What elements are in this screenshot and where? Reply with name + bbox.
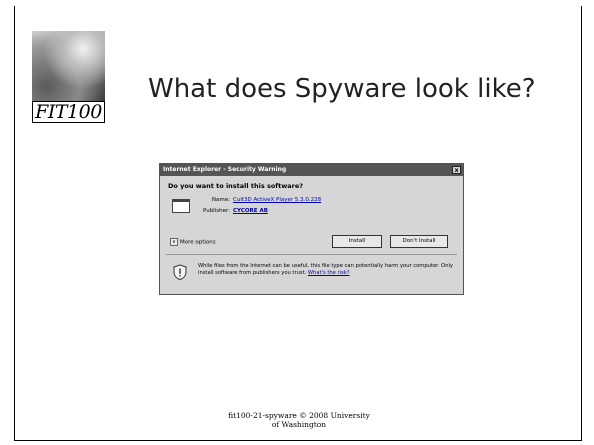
name-row: Name: Cult3D ActiveX Player 5.3.0.228 (200, 197, 321, 203)
slide-footer: fit100-21-spyware © 2008 University of W… (15, 411, 583, 429)
wave-image (32, 31, 105, 101)
dialog-title: Internet Explorer - Security Warning (163, 166, 287, 173)
footer-line-1: fit100-21-spyware © 2008 University (228, 411, 370, 420)
dialog-titlebar: Internet Explorer - Security Warning x (160, 164, 463, 176)
dont-install-button[interactable]: Don't Install (390, 235, 448, 248)
publisher-row: Publisher: CYCORE AB (200, 208, 268, 214)
footer-line-2: of Washington (271, 420, 327, 429)
risk-link[interactable]: What's the risk? (308, 270, 350, 276)
slide: FIT100 What does Spyware look like? Inte… (14, 6, 582, 441)
install-button[interactable]: Install (332, 235, 382, 248)
publisher-label: Publisher: (202, 208, 230, 214)
fit100-logo: FIT100 (32, 31, 105, 123)
close-button[interactable]: x (452, 166, 461, 174)
name-label: Name: (211, 197, 230, 203)
publisher-link[interactable]: CYCORE AB (233, 208, 268, 214)
more-options-toggle[interactable]: ∨ More options (170, 238, 216, 246)
security-warning-dialog: Internet Explorer - Security Warning x D… (159, 163, 464, 295)
name-link[interactable]: Cult3D ActiveX Player 5.3.0.228 (233, 197, 321, 203)
divider (166, 254, 457, 255)
more-options-label: More options (180, 239, 216, 246)
shield-warning-icon (173, 264, 187, 280)
program-icon (172, 199, 190, 213)
install-question: Do you want to install this software? (168, 182, 304, 190)
logo-text: FIT100 (32, 101, 105, 123)
slide-title: What does Spyware look like? (148, 74, 536, 104)
warning-message: While files from the Internet can be use… (198, 263, 458, 277)
chevron-down-icon[interactable]: ∨ (170, 238, 178, 246)
